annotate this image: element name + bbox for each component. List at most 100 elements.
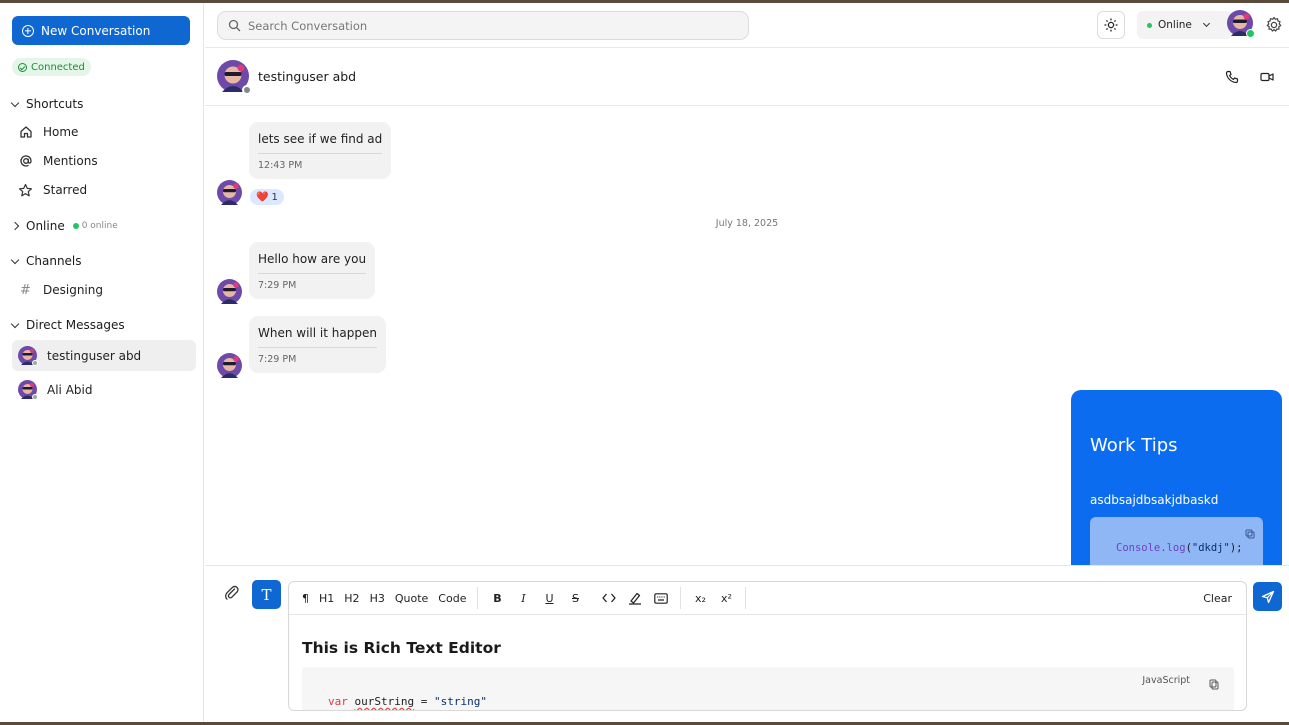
highlighter-icon[interactable]	[622, 586, 648, 610]
toolbar-divider	[680, 587, 682, 609]
code-function: log	[1166, 542, 1186, 554]
theme-toggle-button[interactable]	[1097, 11, 1125, 39]
avatar	[18, 380, 38, 400]
sidebar: New Conversation Connected Shortcuts Hom…	[0, 3, 204, 722]
sidebar-item-label: Home	[43, 125, 79, 139]
clear-button[interactable]: Clear	[1199, 588, 1236, 609]
code-string: "string"	[433, 695, 487, 708]
reaction-chip[interactable]: ❤️ 1	[250, 189, 284, 205]
message-text: When will it happen	[258, 326, 377, 340]
sidebar-item-label: Ali Abid	[47, 382, 93, 397]
status-select[interactable]: Online	[1137, 11, 1233, 39]
shortcuts-title: Shortcuts	[26, 97, 84, 111]
h2-button[interactable]: H2	[339, 586, 364, 610]
online-title: Online	[26, 219, 65, 233]
reaction-count: 1	[271, 191, 278, 203]
send-icon	[1261, 590, 1274, 603]
code-button[interactable]: Code	[433, 586, 471, 610]
home-icon	[18, 125, 33, 140]
sidebar-item-home[interactable]: Home	[12, 118, 196, 146]
sun-icon	[1104, 18, 1118, 32]
copy-icon[interactable]	[1245, 524, 1255, 539]
plus-circle-icon	[22, 24, 34, 37]
message-list[interactable]: lets see if we find ad 12:43 PM ❤️ 1 Jul…	[205, 107, 1289, 565]
editor-heading[interactable]: This is Rich Text Editor	[302, 639, 501, 657]
message-divider	[258, 347, 377, 348]
direct-messages-section-toggle[interactable]: Direct Messages	[10, 318, 125, 332]
direct-messages-title: Direct Messages	[26, 318, 125, 332]
chevron-right-icon	[10, 221, 20, 231]
sidebar-item-dm-testinguser[interactable]: testinguser abd	[12, 340, 196, 371]
connection-status-label: Connected	[31, 61, 85, 73]
toolbar-divider	[745, 587, 747, 609]
code-close-paren: );	[1229, 542, 1243, 554]
gear-icon[interactable]	[1265, 16, 1283, 34]
new-conversation-label: New Conversation	[41, 23, 151, 38]
rich-message-title: Work Tips	[1090, 435, 1178, 456]
message-time: 7:29 PM	[258, 280, 297, 291]
search-input[interactable]	[248, 18, 728, 33]
sidebar-item-dm-ali-abid[interactable]: Ali Abid	[12, 374, 196, 405]
heart-emoji: ❤️	[256, 191, 269, 203]
bold-button[interactable]: B	[484, 586, 510, 610]
paragraph-button[interactable]: ¶	[297, 586, 314, 610]
quote-button[interactable]: Quote	[390, 586, 433, 610]
strikethrough-button[interactable]: S	[562, 586, 588, 610]
code-operator: =	[414, 695, 434, 708]
keyboard-icon[interactable]	[648, 586, 674, 610]
sender-avatar	[217, 353, 242, 378]
sidebar-item-channel-designing[interactable]: # Designing	[12, 276, 196, 304]
code-line: var ourString = "string"	[328, 695, 487, 708]
status-dot-icon	[242, 85, 252, 95]
top-bar: Online	[205, 3, 1289, 48]
shortcuts-section-toggle[interactable]: Shortcuts	[10, 97, 84, 111]
chevron-down-icon	[10, 255, 20, 264]
search-box[interactable]	[217, 11, 749, 40]
new-conversation-button[interactable]: New Conversation	[12, 16, 190, 45]
message-text: Hello how are you	[258, 252, 367, 266]
send-button[interactable]	[1253, 582, 1282, 611]
sidebar-item-label: Designing	[43, 283, 103, 297]
online-count: 0 online	[72, 221, 118, 231]
underline-button[interactable]: U	[536, 586, 562, 610]
h3-button[interactable]: H3	[365, 586, 390, 610]
contact-name: testinguser abd	[258, 69, 357, 84]
channels-section-toggle[interactable]: Channels	[10, 254, 82, 268]
composer: T ¶ H1 H2 H3 Quote Code B I U S x₂ x² Cl…	[205, 565, 1289, 722]
online-section-toggle[interactable]: Online 0 online	[10, 219, 118, 233]
app-window: New Conversation Connected Shortcuts Hom…	[0, 3, 1289, 722]
message-time: 12:43 PM	[258, 160, 303, 171]
outgoing-rich-message[interactable]: Work Tips asdbsajdbsakjdbaskd Console.lo…	[1071, 390, 1282, 565]
code-keyword: var	[328, 695, 348, 708]
contact-avatar	[217, 60, 252, 95]
message-bubble[interactable]: Hello how are you 7:29 PM	[249, 242, 376, 299]
user-avatar[interactable]	[1227, 10, 1255, 38]
code-language-label[interactable]: JavaScript	[1142, 675, 1190, 686]
channels-title: Channels	[26, 254, 82, 268]
status-dot-icon	[32, 394, 38, 400]
paperclip-icon[interactable]	[224, 585, 240, 601]
editor-toolbar: ¶ H1 H2 H3 Quote Code B I U S x₂ x² Clea…	[289, 582, 1246, 615]
format-toggle-button[interactable]: T	[252, 580, 281, 609]
sidebar-item-mentions[interactable]: Mentions	[12, 147, 196, 175]
rich-text-editor[interactable]: ¶ H1 H2 H3 Quote Code B I U S x₂ x² Clea…	[288, 581, 1247, 711]
date-separator: July 18, 2025	[715, 218, 779, 229]
message-bubble[interactable]: When will it happen 7:29 PM	[249, 316, 386, 373]
editor-code-block[interactable]: JavaScript var ourString = "string"	[302, 667, 1234, 710]
chevron-down-icon	[1202, 19, 1210, 28]
inline-code-icon[interactable]	[596, 586, 622, 610]
code-argument: "dkdj"	[1191, 542, 1230, 554]
h1-button[interactable]: H1	[314, 586, 339, 610]
subscript-button[interactable]: x₂	[687, 586, 713, 610]
video-camera-icon[interactable]	[1260, 69, 1276, 85]
phone-icon[interactable]	[1225, 69, 1241, 85]
copy-icon[interactable]	[1209, 675, 1219, 690]
message-divider	[258, 153, 383, 154]
message-bubble[interactable]: lets see if we find ad 12:43 PM	[249, 122, 392, 179]
superscript-button[interactable]: x²	[713, 586, 739, 610]
sidebar-item-starred[interactable]: Starred	[12, 176, 196, 204]
rich-message-code-block: Console.log("dkdj");	[1090, 517, 1263, 565]
online-dot-icon	[1147, 22, 1152, 28]
avatar	[18, 346, 38, 366]
italic-button[interactable]: I	[510, 586, 536, 610]
